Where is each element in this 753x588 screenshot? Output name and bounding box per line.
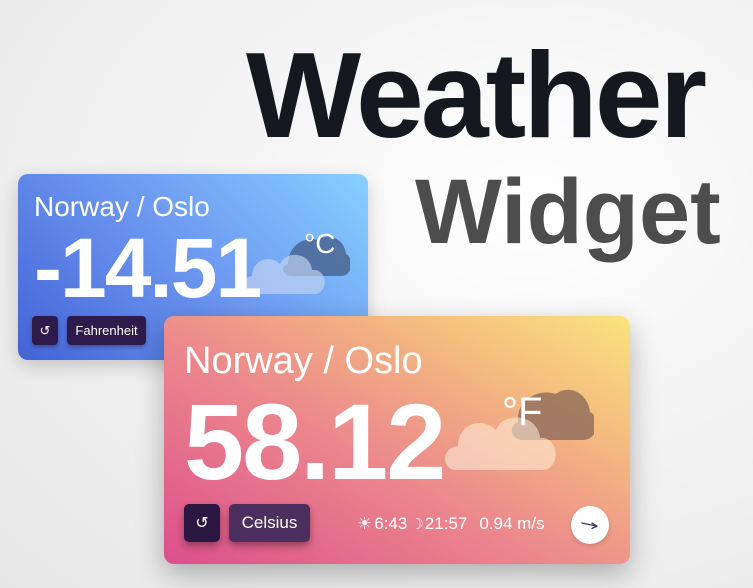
weather-stats: ☀ 6:43 ☽ 21:57 0.94 m/s [357, 513, 545, 535]
moon-icon: ☽ [410, 516, 424, 533]
widget-location: Norway / Oslo [34, 191, 210, 222]
temperature-value: 58.12 [184, 381, 446, 502]
sunrise-icon: ☀ [357, 514, 373, 533]
temperature-unit: °C [304, 228, 336, 259]
wind-speed: 0.94 m/s [479, 514, 545, 533]
sunrise-time: 6:43 [374, 514, 408, 533]
temperature-unit: °F [502, 390, 543, 434]
weather-widget-fahrenheit: Norway / Oslo 58.12 °F ↺ Celsius ☀ 6:43 … [164, 316, 630, 564]
sunset-time: 21:57 [424, 514, 468, 533]
refresh-button[interactable]: ↺ [184, 504, 220, 542]
page-title: Weather [246, 27, 707, 163]
widget-location: Norway / Oslo [184, 340, 423, 382]
unit-toggle-button[interactable]: Fahrenheit [67, 316, 146, 345]
page-subtitle: Widget [415, 161, 721, 263]
refresh-button[interactable]: ↺ [32, 316, 58, 345]
temperature-value: -14.51 [34, 221, 262, 315]
unit-toggle-button[interactable]: Celsius [229, 504, 310, 542]
wind-arrow-icon [581, 522, 598, 530]
wind-direction-indicator [571, 506, 609, 544]
